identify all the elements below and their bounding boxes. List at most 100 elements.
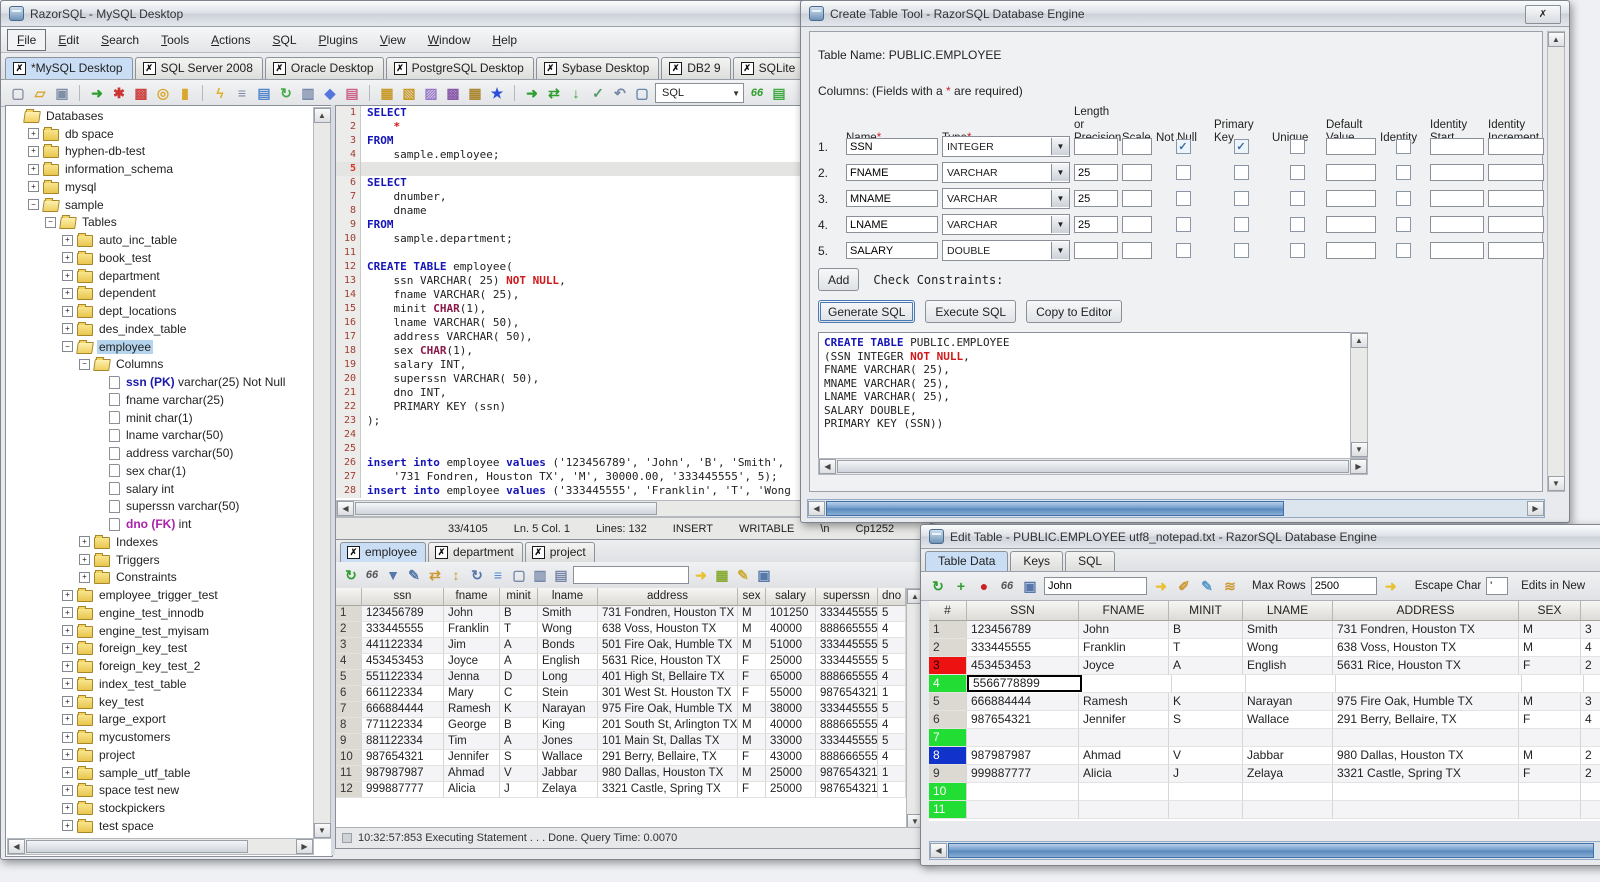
cell[interactable]: M xyxy=(1519,621,1581,639)
expand-icon[interactable]: + xyxy=(28,145,39,157)
cell[interactable]: 638 Voss, Houston TX xyxy=(1333,639,1519,657)
cell[interactable] xyxy=(1584,675,1600,693)
tree-item-information-schema[interactable]: + information_schema xyxy=(7,160,314,178)
identity-checkbox[interactable] xyxy=(1395,243,1411,258)
column-header-superssn[interactable]: superssn xyxy=(816,588,878,606)
connection-tab-1[interactable]: ✗ *MySQL Desktop xyxy=(5,57,133,79)
cell[interactable]: English xyxy=(1243,657,1333,675)
row-number[interactable]: 1 xyxy=(929,621,967,639)
identity-increment-input[interactable] xyxy=(1488,190,1544,207)
row-number[interactable]: 8 xyxy=(929,747,967,765)
favorites-icon[interactable]: ★ xyxy=(488,84,506,102)
expand-icon[interactable]: + xyxy=(79,536,90,548)
update-icon[interactable]: ✎ xyxy=(1198,577,1216,595)
edit-table-tab-keys[interactable]: Keys xyxy=(1010,551,1064,571)
tree-item-space-test-new[interactable]: + space test new xyxy=(7,782,314,800)
connection-tab-7[interactable]: ✗ SQLite xyxy=(732,57,806,79)
menu-search[interactable]: Search xyxy=(91,29,149,51)
cell[interactable] xyxy=(1581,801,1600,819)
column-header-ssn[interactable]: ssn xyxy=(362,588,444,606)
cell[interactable] xyxy=(1169,801,1243,819)
default-value-input[interactable] xyxy=(1326,242,1376,259)
expand-icon[interactable]: + xyxy=(62,323,73,335)
unique-checkbox[interactable] xyxy=(1289,243,1305,258)
identity-checkbox[interactable] xyxy=(1395,139,1411,154)
cell[interactable]: T xyxy=(1169,639,1243,657)
cell[interactable]: Jabbar xyxy=(1243,747,1333,765)
close-tab-icon[interactable]: ✗ xyxy=(347,545,360,559)
tree-item-sex-char-1-[interactable]: sex char(1) xyxy=(7,462,314,480)
cell[interactable]: V xyxy=(1169,747,1243,765)
menu-help[interactable]: Help xyxy=(482,29,527,51)
expand-icon[interactable]: + xyxy=(79,571,90,583)
cell[interactable]: 980 Dallas, Houston TX xyxy=(1333,747,1519,765)
cell[interactable]: M xyxy=(1519,747,1581,765)
expand-icon[interactable]: + xyxy=(62,607,73,619)
primary-key-checkbox[interactable] xyxy=(1233,217,1249,232)
tree-item-fname-varchar-25-[interactable]: fname varchar(25) xyxy=(7,391,314,409)
describe-table-icon[interactable]: ▦ xyxy=(378,84,396,102)
tree-item-index-test-table[interactable]: + index_test_table xyxy=(7,675,314,693)
scroll-down-icon[interactable]: ▼ xyxy=(1547,476,1565,491)
unique-checkbox[interactable] xyxy=(1289,217,1305,232)
generate-sql-button[interactable]: Generate SQL xyxy=(818,300,916,323)
scrollbar-thumb[interactable] xyxy=(837,460,1349,473)
edit-table-title-bar[interactable]: Edit Table - PUBLIC.EMPLOYEE utf8_notepa… xyxy=(921,525,1600,549)
tree-item-employee[interactable]: − employee xyxy=(7,338,314,356)
primary-key-checkbox[interactable] xyxy=(1233,165,1249,180)
tree-item-indexes[interactable]: + Indexes xyxy=(7,533,314,551)
commit-icon[interactable]: ✓ xyxy=(589,84,607,102)
collapse-icon[interactable]: − xyxy=(79,358,90,370)
tree-item-employee-trigger-test[interactable]: + employee_trigger_test xyxy=(7,586,314,604)
tree-item-lname-varchar-50-[interactable]: lname varchar(50) xyxy=(7,427,314,445)
expand-icon[interactable]: + xyxy=(62,589,73,601)
scroll-up-icon[interactable]: ▲ xyxy=(1350,333,1368,348)
identity-start-input[interactable] xyxy=(1430,242,1484,259)
file-search-icon[interactable]: ▤ xyxy=(255,84,273,102)
connection-tab-3[interactable]: ✗ Oracle Desktop xyxy=(264,57,384,79)
attach-icon[interactable]: ✐ xyxy=(1175,577,1193,595)
options-list-icon[interactable]: ≡ xyxy=(233,84,251,102)
connect-icon[interactable]: ➜ xyxy=(88,84,106,102)
cell[interactable] xyxy=(1079,783,1169,801)
cell[interactable]: 2 xyxy=(1581,747,1600,765)
go-icon[interactable]: ➜ xyxy=(692,566,710,584)
tree-item-salary-int[interactable]: salary int xyxy=(7,480,314,498)
new-file-icon[interactable]: ▢ xyxy=(9,84,27,102)
tree-item-stockpickers[interactable]: + stockpickers xyxy=(7,799,314,817)
profile-icon[interactable]: ◎ xyxy=(154,84,172,102)
not-null-checkbox[interactable]: ✓ xyxy=(1175,139,1191,154)
row-number-header[interactable]: # xyxy=(929,601,967,621)
diamond-icon[interactable]: ◆ xyxy=(321,84,339,102)
rollback-icon[interactable]: ↶ xyxy=(611,84,629,102)
tree-item-db-space[interactable]: + db space xyxy=(7,125,314,143)
disconnect-icon[interactable]: ▩ xyxy=(132,84,150,102)
tree-item-engine-test-innodb[interactable]: + engine_test_innodb xyxy=(7,604,314,622)
cell[interactable] xyxy=(967,729,1079,747)
expand-icon[interactable]: + xyxy=(62,270,73,282)
tree-item-project[interactable]: + project xyxy=(7,746,314,764)
go-max-rows-icon[interactable]: ➜ xyxy=(1382,577,1400,595)
results-tab-department[interactable]: ✗ department xyxy=(428,542,523,562)
expand-icon[interactable]: + xyxy=(62,731,73,743)
close-tab-icon[interactable]: ✗ xyxy=(531,545,545,559)
cell[interactable]: 3 xyxy=(1581,621,1600,639)
filter-rows-icon[interactable]: ≋ xyxy=(1221,577,1239,595)
execute-all-icon[interactable]: ⇄ xyxy=(545,84,563,102)
expand-icon[interactable]: + xyxy=(62,820,73,832)
expand-icon[interactable]: + xyxy=(62,625,73,637)
tree-item-address-varchar-50-[interactable]: address varchar(50) xyxy=(7,444,314,462)
close-tab-icon[interactable]: ✗ xyxy=(142,61,156,75)
table-list-icon[interactable]: ▤ xyxy=(770,84,788,102)
unique-checkbox[interactable] xyxy=(1289,139,1305,154)
length-input[interactable] xyxy=(1074,216,1118,233)
menu-file[interactable]: File xyxy=(7,28,47,51)
primary-key-checkbox[interactable]: ✓ xyxy=(1233,139,1249,154)
scroll-right-icon[interactable]: ▶ xyxy=(296,839,313,854)
scrollbar-thumb[interactable] xyxy=(826,501,1285,516)
tree-item-ssn-pk-[interactable]: ssn (PK) varchar(25) Not Null xyxy=(7,373,314,391)
name-input[interactable] xyxy=(846,138,938,155)
cell[interactable]: 5631 Rice, Houston TX xyxy=(1333,657,1519,675)
connection-tab-2[interactable]: ✗ SQL Server 2008 xyxy=(134,57,263,79)
tree-item-foreign-key-test-2[interactable]: + foreign_key_test_2 xyxy=(7,657,314,675)
